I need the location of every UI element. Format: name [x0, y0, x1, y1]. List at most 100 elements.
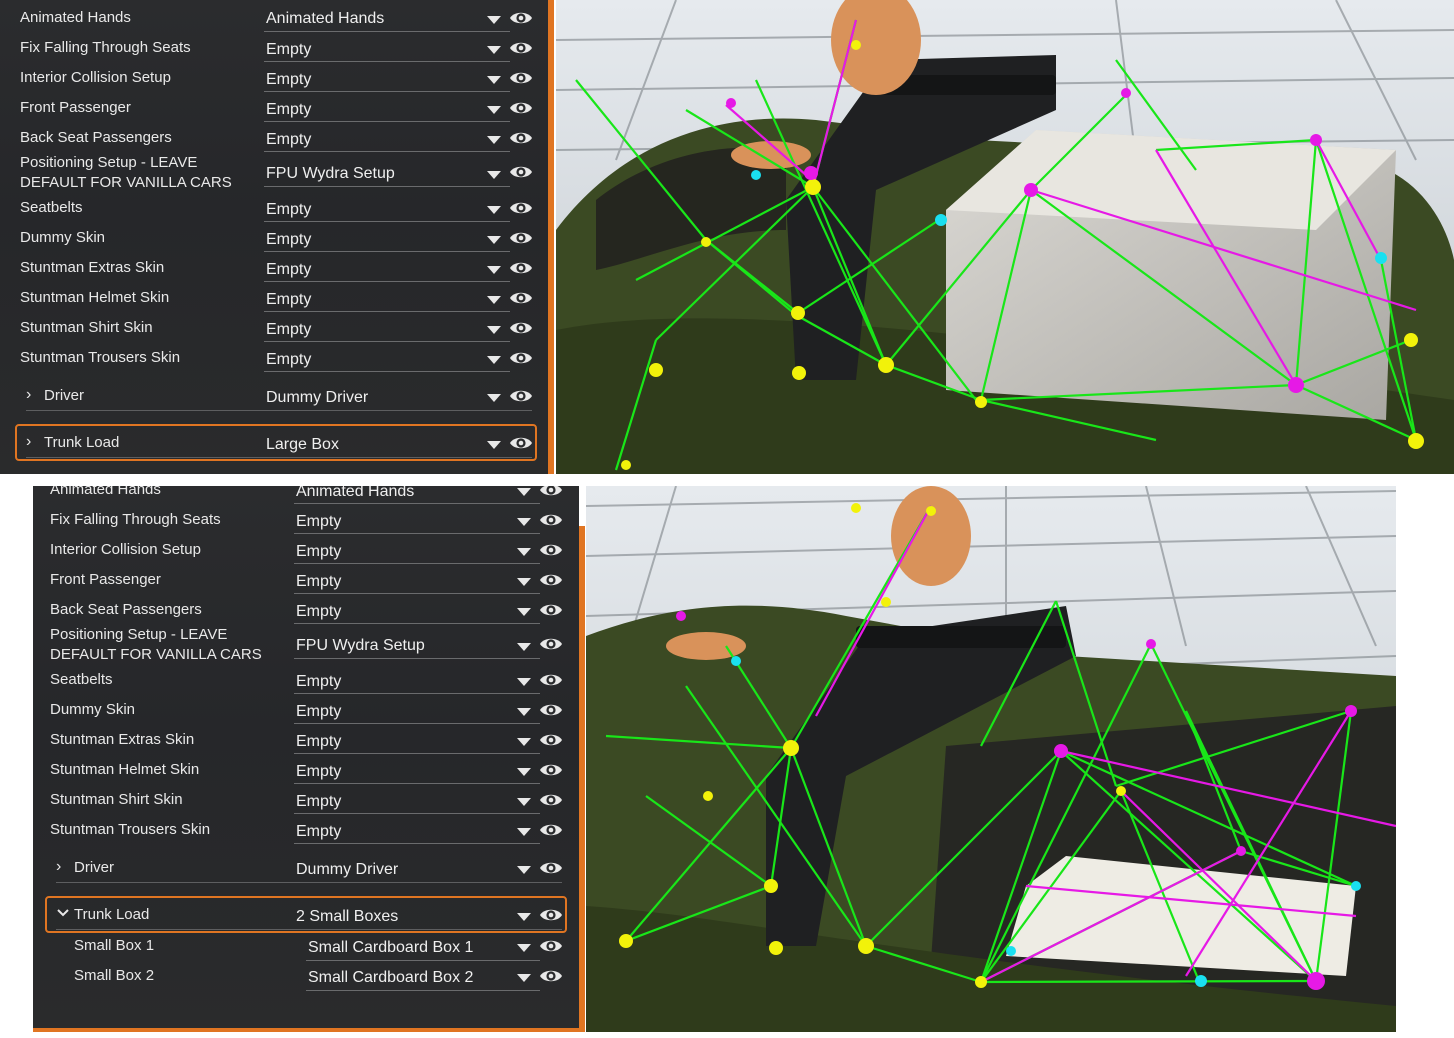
- eye-icon[interactable]: [509, 260, 533, 276]
- chevron-down-icon[interactable]: [517, 866, 531, 874]
- slot-value[interactable]: Empty: [266, 201, 311, 219]
- chevron-down-icon[interactable]: [487, 106, 501, 114]
- top-row-seatbelts[interactable]: Seatbelts Empty: [0, 196, 548, 226]
- eye-icon[interactable]: [509, 388, 533, 404]
- top-3d-viewport[interactable]: [556, 0, 1454, 474]
- bottom-row-stuntman-extras[interactable]: Stuntman Extras Skin Empty: [33, 728, 579, 758]
- slot-value[interactable]: Empty: [296, 763, 341, 781]
- slot-value[interactable]: Empty: [266, 41, 311, 59]
- top-row-animated-hands[interactable]: Animated Hands Animated Hands: [0, 6, 548, 36]
- slot-value[interactable]: Empty: [296, 703, 341, 721]
- bottom-row-small-box-1[interactable]: Small Box 1 Small Cardboard Box 1: [33, 934, 579, 964]
- chevron-right-icon[interactable]: ›: [56, 858, 61, 876]
- chevron-down-icon[interactable]: [487, 326, 501, 334]
- eye-icon[interactable]: [539, 486, 563, 498]
- eye-icon[interactable]: [539, 512, 563, 528]
- slot-value[interactable]: Empty: [296, 603, 341, 621]
- chevron-right-icon[interactable]: ›: [26, 433, 31, 451]
- chevron-down-icon[interactable]: [517, 678, 531, 686]
- slot-value[interactable]: Empty: [296, 543, 341, 561]
- chevron-down-icon[interactable]: [517, 488, 531, 496]
- eye-icon[interactable]: [509, 200, 533, 216]
- top-row-fix-falling[interactable]: Fix Falling Through Seats Empty: [0, 36, 548, 66]
- eye-icon[interactable]: [539, 762, 563, 778]
- slot-value[interactable]: 2 Small Boxes: [296, 908, 398, 926]
- chevron-down-icon[interactable]: [487, 171, 501, 179]
- slot-value[interactable]: Dummy Driver: [296, 861, 398, 879]
- bottom-row-stuntman-helmet[interactable]: Stuntman Helmet Skin Empty: [33, 758, 579, 788]
- eye-icon[interactable]: [509, 164, 533, 180]
- slot-value[interactable]: Empty: [296, 673, 341, 691]
- chevron-down-icon[interactable]: [517, 548, 531, 556]
- eye-icon[interactable]: [509, 130, 533, 146]
- slot-value[interactable]: Small Cardboard Box 2: [308, 969, 473, 987]
- chevron-down-icon[interactable]: [487, 394, 501, 402]
- eye-icon[interactable]: [509, 70, 533, 86]
- eye-icon[interactable]: [509, 320, 533, 336]
- slot-value[interactable]: Large Box: [266, 436, 339, 454]
- slot-value[interactable]: FPU Wydra Setup: [296, 637, 425, 655]
- slot-value[interactable]: Empty: [296, 793, 341, 811]
- eye-icon[interactable]: [539, 822, 563, 838]
- chevron-right-icon[interactable]: ›: [26, 386, 31, 404]
- top-row-stuntman-trousers[interactable]: Stuntman Trousers Skin Empty: [0, 346, 548, 376]
- bottom-row-seatbelts[interactable]: Seatbelts Empty: [33, 668, 579, 698]
- bottom-row-interior-collision[interactable]: Interior Collision Setup Empty: [33, 538, 579, 568]
- eye-icon[interactable]: [539, 792, 563, 808]
- slot-value[interactable]: Small Cardboard Box 1: [308, 939, 473, 957]
- chevron-down-icon[interactable]: [487, 76, 501, 84]
- eye-icon[interactable]: [539, 572, 563, 588]
- bottom-row-dummy-skin[interactable]: Dummy Skin Empty: [33, 698, 579, 728]
- bottom-row-fix-falling[interactable]: Fix Falling Through Seats Empty: [33, 508, 579, 538]
- eye-icon[interactable]: [539, 860, 563, 876]
- top-row-stuntman-shirt[interactable]: Stuntman Shirt Skin Empty: [0, 316, 548, 346]
- eye-icon[interactable]: [539, 702, 563, 718]
- eye-icon[interactable]: [509, 435, 533, 451]
- eye-icon[interactable]: [539, 968, 563, 984]
- top-row-positioning-setup[interactable]: Positioning Setup - LEAVE DEFAULT FOR VA…: [0, 152, 548, 192]
- slot-value[interactable]: Empty: [266, 291, 311, 309]
- chevron-down-icon[interactable]: [487, 46, 501, 54]
- chevron-down-icon[interactable]: [487, 136, 501, 144]
- eye-icon[interactable]: [539, 907, 563, 923]
- top-row-trunk-load[interactable]: › Trunk Load Large Box: [0, 430, 548, 460]
- slot-value[interactable]: Empty: [296, 823, 341, 841]
- eye-icon[interactable]: [509, 350, 533, 366]
- chevron-down-icon[interactable]: [517, 828, 531, 836]
- bottom-3d-viewport[interactable]: [586, 486, 1396, 1032]
- slot-value[interactable]: Empty: [296, 573, 341, 591]
- eye-icon[interactable]: [539, 938, 563, 954]
- slot-value[interactable]: Empty: [266, 231, 311, 249]
- eye-icon[interactable]: [509, 230, 533, 246]
- top-row-dummy-skin[interactable]: Dummy Skin Empty: [0, 226, 548, 256]
- bottom-row-stuntman-trousers[interactable]: Stuntman Trousers Skin Empty: [33, 818, 579, 848]
- eye-icon[interactable]: [539, 672, 563, 688]
- slot-value[interactable]: Empty: [266, 321, 311, 339]
- chevron-down-icon[interactable]: [57, 909, 69, 917]
- slot-value[interactable]: Empty: [266, 71, 311, 89]
- chevron-down-icon[interactable]: [517, 578, 531, 586]
- bottom-row-front-passenger[interactable]: Front Passenger Empty: [33, 568, 579, 598]
- chevron-down-icon[interactable]: [517, 944, 531, 952]
- chevron-down-icon[interactable]: [517, 518, 531, 526]
- slot-value[interactable]: Empty: [266, 261, 311, 279]
- bottom-row-small-box-2[interactable]: Small Box 2 Small Cardboard Box 2: [33, 964, 579, 994]
- slot-value[interactable]: Dummy Driver: [266, 389, 368, 407]
- top-row-front-passenger[interactable]: Front Passenger Empty: [0, 96, 548, 126]
- slot-value[interactable]: Empty: [266, 101, 311, 119]
- chevron-down-icon[interactable]: [487, 296, 501, 304]
- eye-icon[interactable]: [539, 732, 563, 748]
- chevron-down-icon[interactable]: [487, 441, 501, 449]
- slot-value[interactable]: Empty: [266, 351, 311, 369]
- chevron-down-icon[interactable]: [517, 643, 531, 651]
- top-row-driver[interactable]: › Driver Dummy Driver: [0, 383, 548, 413]
- eye-icon[interactable]: [509, 40, 533, 56]
- chevron-down-icon[interactable]: [487, 236, 501, 244]
- chevron-down-icon[interactable]: [487, 16, 501, 24]
- slot-value[interactable]: FPU Wydra Setup: [266, 165, 395, 183]
- chevron-down-icon[interactable]: [517, 913, 531, 921]
- chevron-down-icon[interactable]: [487, 356, 501, 364]
- chevron-down-icon[interactable]: [517, 798, 531, 806]
- chevron-down-icon[interactable]: [517, 768, 531, 776]
- eye-icon[interactable]: [509, 10, 533, 26]
